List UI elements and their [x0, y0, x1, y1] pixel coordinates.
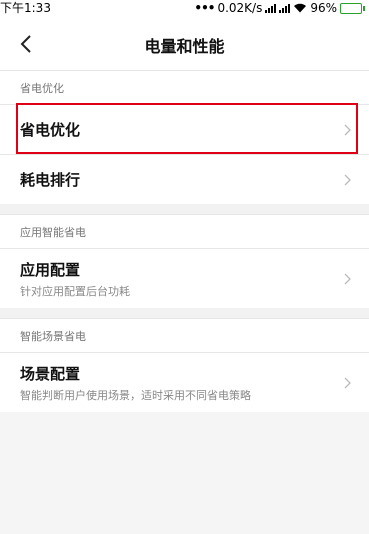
section-header: 应用智能省电 — [0, 214, 369, 248]
chevron-right-icon — [344, 174, 351, 185]
row-app-config[interactable]: 应用配置 针对应用配置后台功耗 — [0, 248, 369, 308]
chevron-right-icon — [344, 273, 351, 284]
row-power-ranking[interactable]: 耗电排行 — [0, 154, 369, 204]
page-title: 电量和性能 — [144, 37, 225, 56]
signal-icon — [279, 3, 291, 13]
section-header: 智能场景省电 — [0, 318, 369, 352]
chevron-right-icon — [344, 377, 351, 388]
row-subtitle: 智能判断用户使用场景，适时采用不同省电策略 — [20, 388, 251, 402]
status-indicators: ••• 0.02K/s 96% — [194, 0, 365, 16]
wifi-icon — [294, 3, 307, 13]
row-title: 应用配置 — [20, 260, 81, 279]
status-bar: 下午1:33 ••• 0.02K/s 96% — [0, 0, 369, 18]
section-gap — [0, 204, 369, 214]
row-title: 省电优化 — [20, 121, 81, 139]
settings-list: 省电优化 省电优化 耗电排行 应用智能省电 应用配置 针对应用配置后台功耗 智能… — [0, 70, 369, 412]
row-power-optimization[interactable]: 省电优化 — [0, 104, 369, 154]
row-subtitle: 针对应用配置后台功耗 — [20, 284, 130, 298]
app-header: 电量和性能 — [0, 18, 369, 70]
row-title: 场景配置 — [20, 364, 81, 383]
chevron-right-icon — [344, 124, 351, 135]
section-gap — [0, 308, 369, 318]
row-scene-config[interactable]: 场景配置 智能判断用户使用场景，适时采用不同省电策略 — [0, 352, 369, 412]
section-header: 省电优化 — [0, 70, 369, 104]
net-speed: 0.02K/s — [217, 1, 263, 15]
battery-percent: 96% — [310, 1, 337, 15]
section-scene-smart-saving: 智能场景省电 场景配置 智能判断用户使用场景，适时采用不同省电策略 — [0, 318, 369, 412]
battery-icon — [340, 2, 365, 14]
section-app-smart-saving: 应用智能省电 应用配置 针对应用配置后台功耗 — [0, 214, 369, 308]
status-time: 下午1:33 — [0, 1, 51, 15]
row-title: 耗电排行 — [20, 171, 81, 189]
section-power-optimization: 省电优化 省电优化 耗电排行 — [0, 70, 369, 204]
signal-icon — [265, 3, 277, 13]
notification-dots: ••• — [194, 1, 215, 15]
